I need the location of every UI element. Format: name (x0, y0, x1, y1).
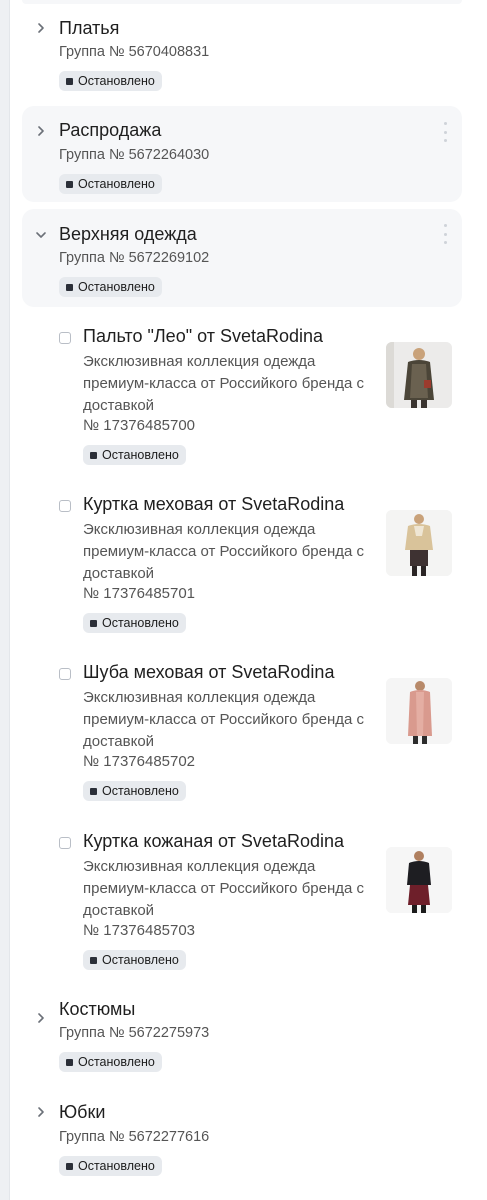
status-badge: Остановлено (83, 613, 186, 633)
group-row-sale[interactable]: Распродажа Группа № 5672264030 Остановле… (22, 106, 462, 202)
ad-item[interactable]: Шуба меховая от SvetaRodina Эксклюзивная… (58, 662, 458, 807)
stopped-square-icon (66, 180, 73, 188)
group-title[interactable]: Платья (59, 18, 119, 39)
status-label: Остановлено (78, 280, 155, 294)
status-badge: Остановлено (59, 1052, 162, 1072)
leather-jacket-thumbnail[interactable] (386, 847, 452, 913)
ad-description: Эксклюзивная коллекция одежда премиум-кл… (83, 353, 365, 414)
stopped-square-icon (66, 77, 73, 85)
ad-number: № 17376485702 (83, 753, 196, 770)
ad-number: № 17376485701 (83, 585, 196, 602)
chevron-right-icon[interactable] (34, 1105, 48, 1119)
ad-number: № 17376485700 (83, 417, 196, 434)
more-options-icon[interactable] (442, 224, 448, 244)
ad-title[interactable]: Шуба меховая от SvetaRodina (83, 662, 334, 683)
ad-description: Эксклюзивная коллекция одежда премиум-кл… (83, 521, 365, 582)
ad-item[interactable]: Куртка меховая от SvetaRodina Эксклюзивн… (58, 494, 458, 639)
group-row-skirts[interactable]: Юбки Группа № 5672277616 Остановлено (22, 1098, 462, 1194)
left-rail (0, 0, 10, 1200)
stopped-square-icon (90, 619, 97, 627)
chevron-right-icon[interactable] (34, 124, 48, 138)
group-row-dresses[interactable]: Платья Группа № 5670408831 Остановлено (22, 4, 462, 100)
group-title[interactable]: Юбки (59, 1102, 105, 1123)
group-title[interactable]: Костюмы (59, 999, 135, 1020)
coat-thumbnail[interactable] (386, 342, 452, 408)
status-label: Остановлено (102, 448, 179, 462)
chevron-right-icon[interactable] (34, 1011, 48, 1025)
status-badge: Остановлено (59, 277, 162, 297)
status-badge: Остановлено (59, 71, 162, 91)
group-id: Группа № 5672269102 (59, 250, 210, 266)
status-badge: Остановлено (59, 174, 162, 194)
status-label: Остановлено (102, 616, 179, 630)
status-badge: Остановлено (83, 781, 186, 801)
stopped-square-icon (66, 1058, 73, 1066)
group-title[interactable]: Верхняя одежда (59, 224, 197, 245)
ad-item[interactable]: Куртка кожаная от SvetaRodina Эксклюзивн… (58, 831, 458, 976)
ad-title[interactable]: Куртка кожаная от SvetaRodina (83, 831, 344, 852)
fur-coat-thumbnail[interactable] (386, 678, 452, 744)
ad-title[interactable]: Куртка меховая от SvetaRodina (83, 494, 344, 515)
ad-description: Эксклюзивная коллекция одежда премиум-кл… (83, 689, 365, 750)
status-badge: Остановлено (83, 950, 186, 970)
more-options-icon[interactable] (442, 122, 448, 142)
stopped-square-icon (90, 787, 97, 795)
stopped-square-icon (90, 451, 97, 459)
group-row-outerwear[interactable]: Верхняя одежда Группа № 5672269102 Остан… (22, 209, 462, 307)
group-id: Группа № 5670408831 (59, 44, 210, 60)
status-label: Остановлено (102, 953, 179, 967)
ad-item[interactable]: Пальто "Лео" от SvetaRodina Эксклюзивная… (58, 326, 458, 471)
group-title[interactable]: Распродажа (59, 120, 161, 141)
status-badge: Остановлено (59, 1156, 162, 1176)
status-label: Остановлено (78, 74, 155, 88)
stopped-square-icon (66, 283, 73, 291)
select-checkbox[interactable] (59, 837, 71, 849)
ad-description: Эксклюзивная коллекция одежда премиум-кл… (83, 858, 365, 919)
ad-title[interactable]: Пальто "Лео" от SvetaRodina (83, 326, 323, 347)
stopped-square-icon (66, 1162, 73, 1170)
group-id: Группа № 5672275973 (59, 1025, 210, 1041)
status-label: Остановлено (78, 177, 155, 191)
ad-number: № 17376485703 (83, 922, 196, 939)
select-checkbox[interactable] (59, 668, 71, 680)
select-checkbox[interactable] (59, 332, 71, 344)
chevron-down-icon[interactable] (34, 228, 48, 242)
stopped-square-icon (90, 956, 97, 964)
group-id: Группа № 5672264030 (59, 147, 210, 163)
status-badge: Остановлено (83, 445, 186, 465)
chevron-right-icon[interactable] (34, 21, 48, 35)
group-id: Группа № 5672277616 (59, 1129, 210, 1145)
fur-jacket-thumbnail[interactable] (386, 510, 452, 576)
group-row-suits[interactable]: Костюмы Группа № 5672275973 Остановлено (22, 994, 462, 1090)
status-label: Остановлено (102, 784, 179, 798)
status-label: Остановлено (78, 1159, 155, 1173)
status-label: Остановлено (78, 1055, 155, 1069)
select-checkbox[interactable] (59, 500, 71, 512)
